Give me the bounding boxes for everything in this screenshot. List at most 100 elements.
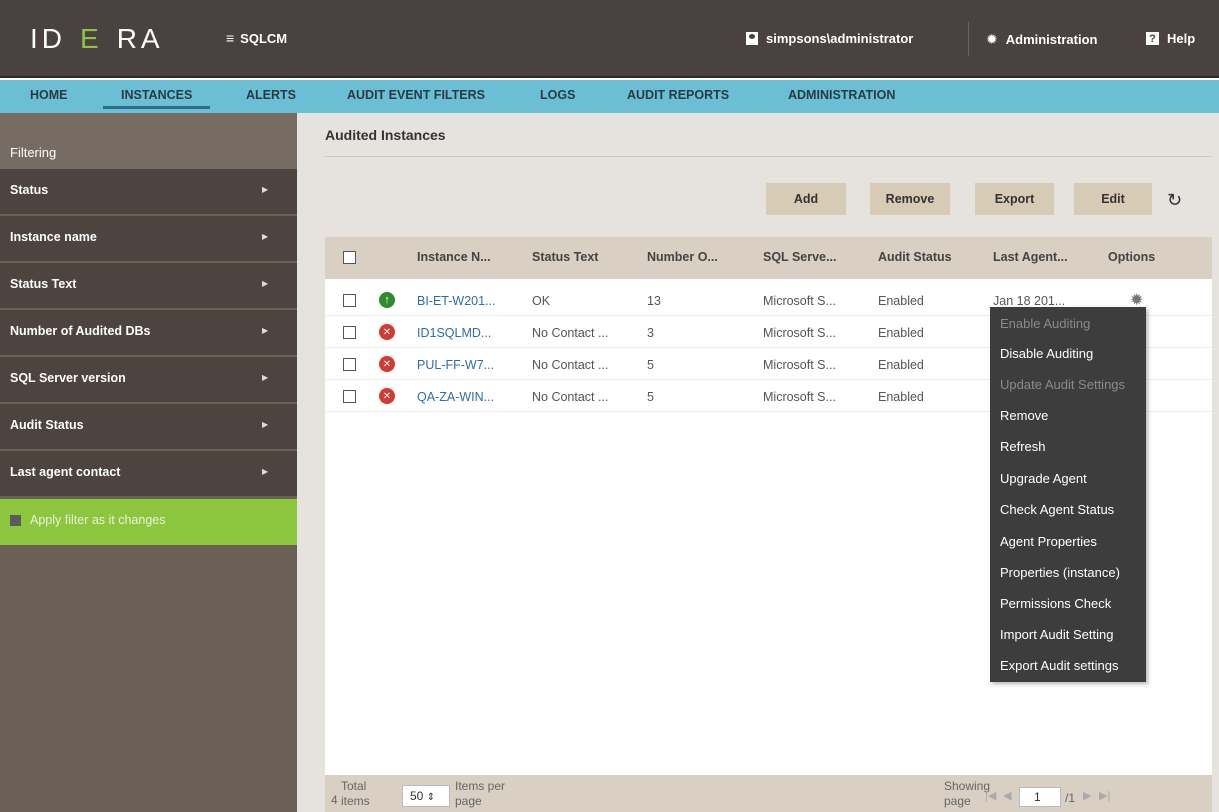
menu-item-properties-instance[interactable]: Properties (instance)	[1000, 565, 1120, 580]
menu-item-import-audit-setting[interactable]: Import Audit Setting	[1000, 627, 1113, 642]
instance-name-link[interactable]: ID1SQLMD...	[417, 326, 491, 340]
filter-label: Number of Audited DBs	[10, 324, 151, 338]
help-label: Help	[1167, 31, 1196, 46]
gear-icon: ✹	[986, 31, 998, 47]
row-checkbox[interactable]	[343, 358, 356, 371]
tab-home[interactable]: HOME	[30, 80, 68, 113]
arrow-up-circle-icon: ↑	[379, 292, 395, 308]
prev-page-icon[interactable]: ◀	[1003, 789, 1011, 802]
header-divider	[968, 22, 969, 56]
audited-db-count: 5	[647, 390, 654, 404]
menu-item-check-agent-status[interactable]: Check Agent Status	[1000, 502, 1114, 517]
menu-item-export-audit-settings[interactable]: Export Audit settings	[1000, 658, 1119, 673]
remove-button[interactable]: Remove	[870, 183, 950, 215]
x-circle-icon: ✕	[379, 324, 395, 340]
column-sql-server-version[interactable]: SQL Serve...	[763, 250, 836, 264]
column-status-text[interactable]: Status Text	[532, 250, 598, 264]
last-page-icon[interactable]: ▶|	[1099, 789, 1110, 802]
instance-name-link[interactable]: QA-ZA-WIN...	[417, 390, 494, 404]
options-context-menu: Enable Auditing Disable Auditing Update …	[990, 307, 1146, 682]
menu-item-refresh[interactable]: Refresh	[1000, 439, 1046, 454]
product-menu[interactable]: ≡ SQLCM	[226, 30, 287, 46]
tab-instances[interactable]: INSTANCES	[102, 80, 211, 113]
menu-item-disable-auditing[interactable]: Disable Auditing	[1000, 346, 1093, 361]
total-label: Total	[341, 779, 367, 793]
instance-name-link[interactable]: PUL-FF-W7...	[417, 358, 494, 372]
menu-item-permissions-check[interactable]: Permissions Check	[1000, 596, 1111, 611]
filtering-title: Filtering	[0, 113, 297, 169]
tab-logs[interactable]: LOGS	[540, 80, 575, 113]
filter-instance-name[interactable]: Instance name ▶	[0, 216, 297, 262]
product-name: SQLCM	[240, 30, 288, 46]
last-agent-contact: Jan 18 201...	[993, 294, 1066, 308]
tab-audit-event-filters[interactable]: AUDIT EVENT FILTERS	[347, 80, 485, 113]
apply-filter-checkbox[interactable]	[10, 515, 21, 526]
add-button[interactable]: Add	[766, 183, 846, 215]
chevron-right-icon: ▶	[262, 279, 269, 288]
filter-label: Status Text	[10, 277, 77, 291]
x-circle-icon: ✕	[379, 356, 395, 372]
row-checkbox[interactable]	[343, 294, 356, 307]
user-name: simpsons\administrator	[766, 31, 914, 46]
select-all-checkbox[interactable]	[343, 251, 356, 264]
menu-item-remove[interactable]: Remove	[1000, 408, 1048, 423]
x-circle-icon: ✕	[379, 388, 395, 404]
filter-sql-server-version[interactable]: SQL Server version ▶	[0, 357, 297, 403]
column-audit-status[interactable]: Audit Status	[878, 250, 952, 264]
total-count: 4	[331, 793, 338, 807]
chevron-right-icon: ▶	[262, 420, 269, 429]
filter-label: Instance name	[10, 230, 97, 244]
audit-status: Enabled	[878, 326, 924, 340]
apply-filter-label: Apply filter as it changes	[30, 513, 166, 527]
help-link[interactable]: ? Help	[1146, 31, 1195, 46]
filter-status-text[interactable]: Status Text ▶	[0, 263, 297, 309]
filter-label: Audit Status	[10, 418, 84, 432]
apply-filter-toggle[interactable]: Apply filter as it changes	[0, 499, 297, 545]
menu-item-enable-auditing[interactable]: Enable Auditing	[1000, 316, 1090, 331]
filter-number-of-audited-dbs[interactable]: Number of Audited DBs ▶	[0, 310, 297, 356]
edit-button[interactable]: Edit	[1074, 183, 1152, 215]
idera-logo[interactable]: ID E RA	[30, 23, 164, 54]
filter-audit-status[interactable]: Audit Status ▶	[0, 404, 297, 450]
tab-administration[interactable]: ADMINISTRATION	[788, 80, 895, 113]
audit-status: Enabled	[878, 294, 924, 308]
next-page-icon[interactable]: ▶	[1083, 789, 1091, 802]
main-nav: HOME INSTANCES ALERTS AUDIT EVENT FILTER…	[0, 80, 1219, 113]
menu-item-update-audit-settings[interactable]: Update Audit Settings	[1000, 377, 1125, 392]
sql-server-version: Microsoft S...	[763, 294, 836, 308]
filter-label: SQL Server version	[10, 371, 126, 385]
refresh-icon[interactable]: ↻	[1167, 190, 1182, 211]
column-options: Options	[1108, 250, 1156, 264]
chevron-right-icon: ▶	[262, 373, 269, 382]
filter-status[interactable]: Status ▶	[0, 169, 297, 215]
filter-label: Last agent contact	[10, 465, 121, 479]
menu-item-upgrade-agent[interactable]: Upgrade Agent	[1000, 471, 1087, 486]
menu-item-agent-properties[interactable]: Agent Properties	[1000, 534, 1097, 549]
user-menu[interactable]: simpsons\administrator	[746, 31, 913, 46]
sql-server-version: Microsoft S...	[763, 390, 836, 404]
column-last-agent-contact[interactable]: Last Agent...	[993, 250, 1068, 264]
instance-name-link[interactable]: BI-ET-W201...	[417, 294, 496, 308]
logo-part: E	[80, 23, 103, 54]
tab-audit-reports[interactable]: AUDIT REPORTS	[627, 80, 729, 113]
export-button[interactable]: Export	[975, 183, 1054, 215]
top-header: ID E RA ≡ SQLCM simpsons\administrator ✹ A…	[0, 0, 1219, 78]
page-number-input[interactable]: 1	[1019, 787, 1061, 807]
row-checkbox[interactable]	[343, 390, 356, 403]
status-text: No Contact ...	[532, 390, 609, 404]
column-number-of-dbs[interactable]: Number O...	[647, 250, 718, 264]
column-instance-name[interactable]: Instance N...	[417, 250, 491, 264]
tab-alerts[interactable]: ALERTS	[246, 80, 296, 113]
status-text: No Contact ...	[532, 358, 609, 372]
status-text: No Contact ...	[532, 326, 609, 340]
audited-db-count: 13	[647, 294, 661, 308]
administration-link[interactable]: ✹ Administration	[986, 31, 1097, 48]
row-checkbox[interactable]	[343, 326, 356, 339]
filter-sidebar: Filtering Status ▶ Instance name ▶ Statu…	[0, 113, 297, 812]
first-page-icon[interactable]: |◀	[985, 789, 996, 802]
items-per-page-select[interactable]: 50 ⇕	[402, 785, 450, 807]
chevron-right-icon: ▶	[262, 185, 269, 194]
audit-status: Enabled	[878, 390, 924, 404]
help-icon: ?	[1146, 32, 1159, 45]
filter-last-agent-contact[interactable]: Last agent contact ▶	[0, 451, 297, 497]
